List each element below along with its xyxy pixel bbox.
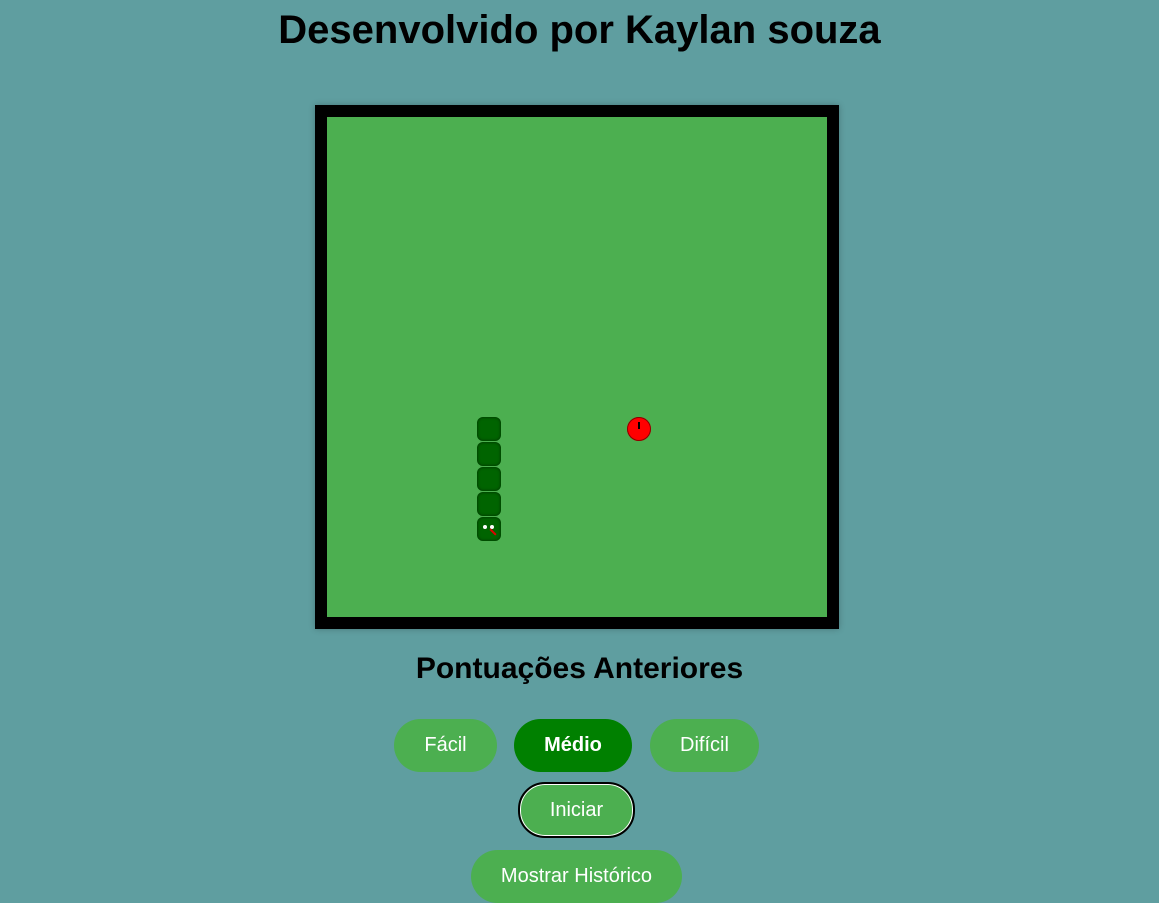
apple-stem	[638, 422, 640, 429]
snake-segment	[477, 417, 501, 441]
snake-head	[477, 517, 501, 541]
difficulty-medium-button[interactable]: Médio	[514, 719, 632, 772]
snake-segment	[477, 467, 501, 491]
difficulty-easy-button[interactable]: Fácil	[394, 719, 497, 772]
snake-segment	[477, 492, 501, 516]
difficulty-hard-button[interactable]: Difícil	[650, 719, 759, 772]
snake-tongue	[489, 528, 497, 536]
game-board[interactable]	[315, 105, 839, 629]
snake-segment	[477, 442, 501, 466]
snake-eye	[483, 525, 487, 529]
scores-heading: Pontuações Anteriores	[415, 652, 744, 685]
show-history-button[interactable]: Mostrar Histórico	[471, 850, 682, 903]
page-title: Desenvolvido por Kaylan souza	[278, 8, 881, 52]
food-apple	[627, 417, 651, 441]
start-button[interactable]: Iniciar	[518, 782, 635, 838]
